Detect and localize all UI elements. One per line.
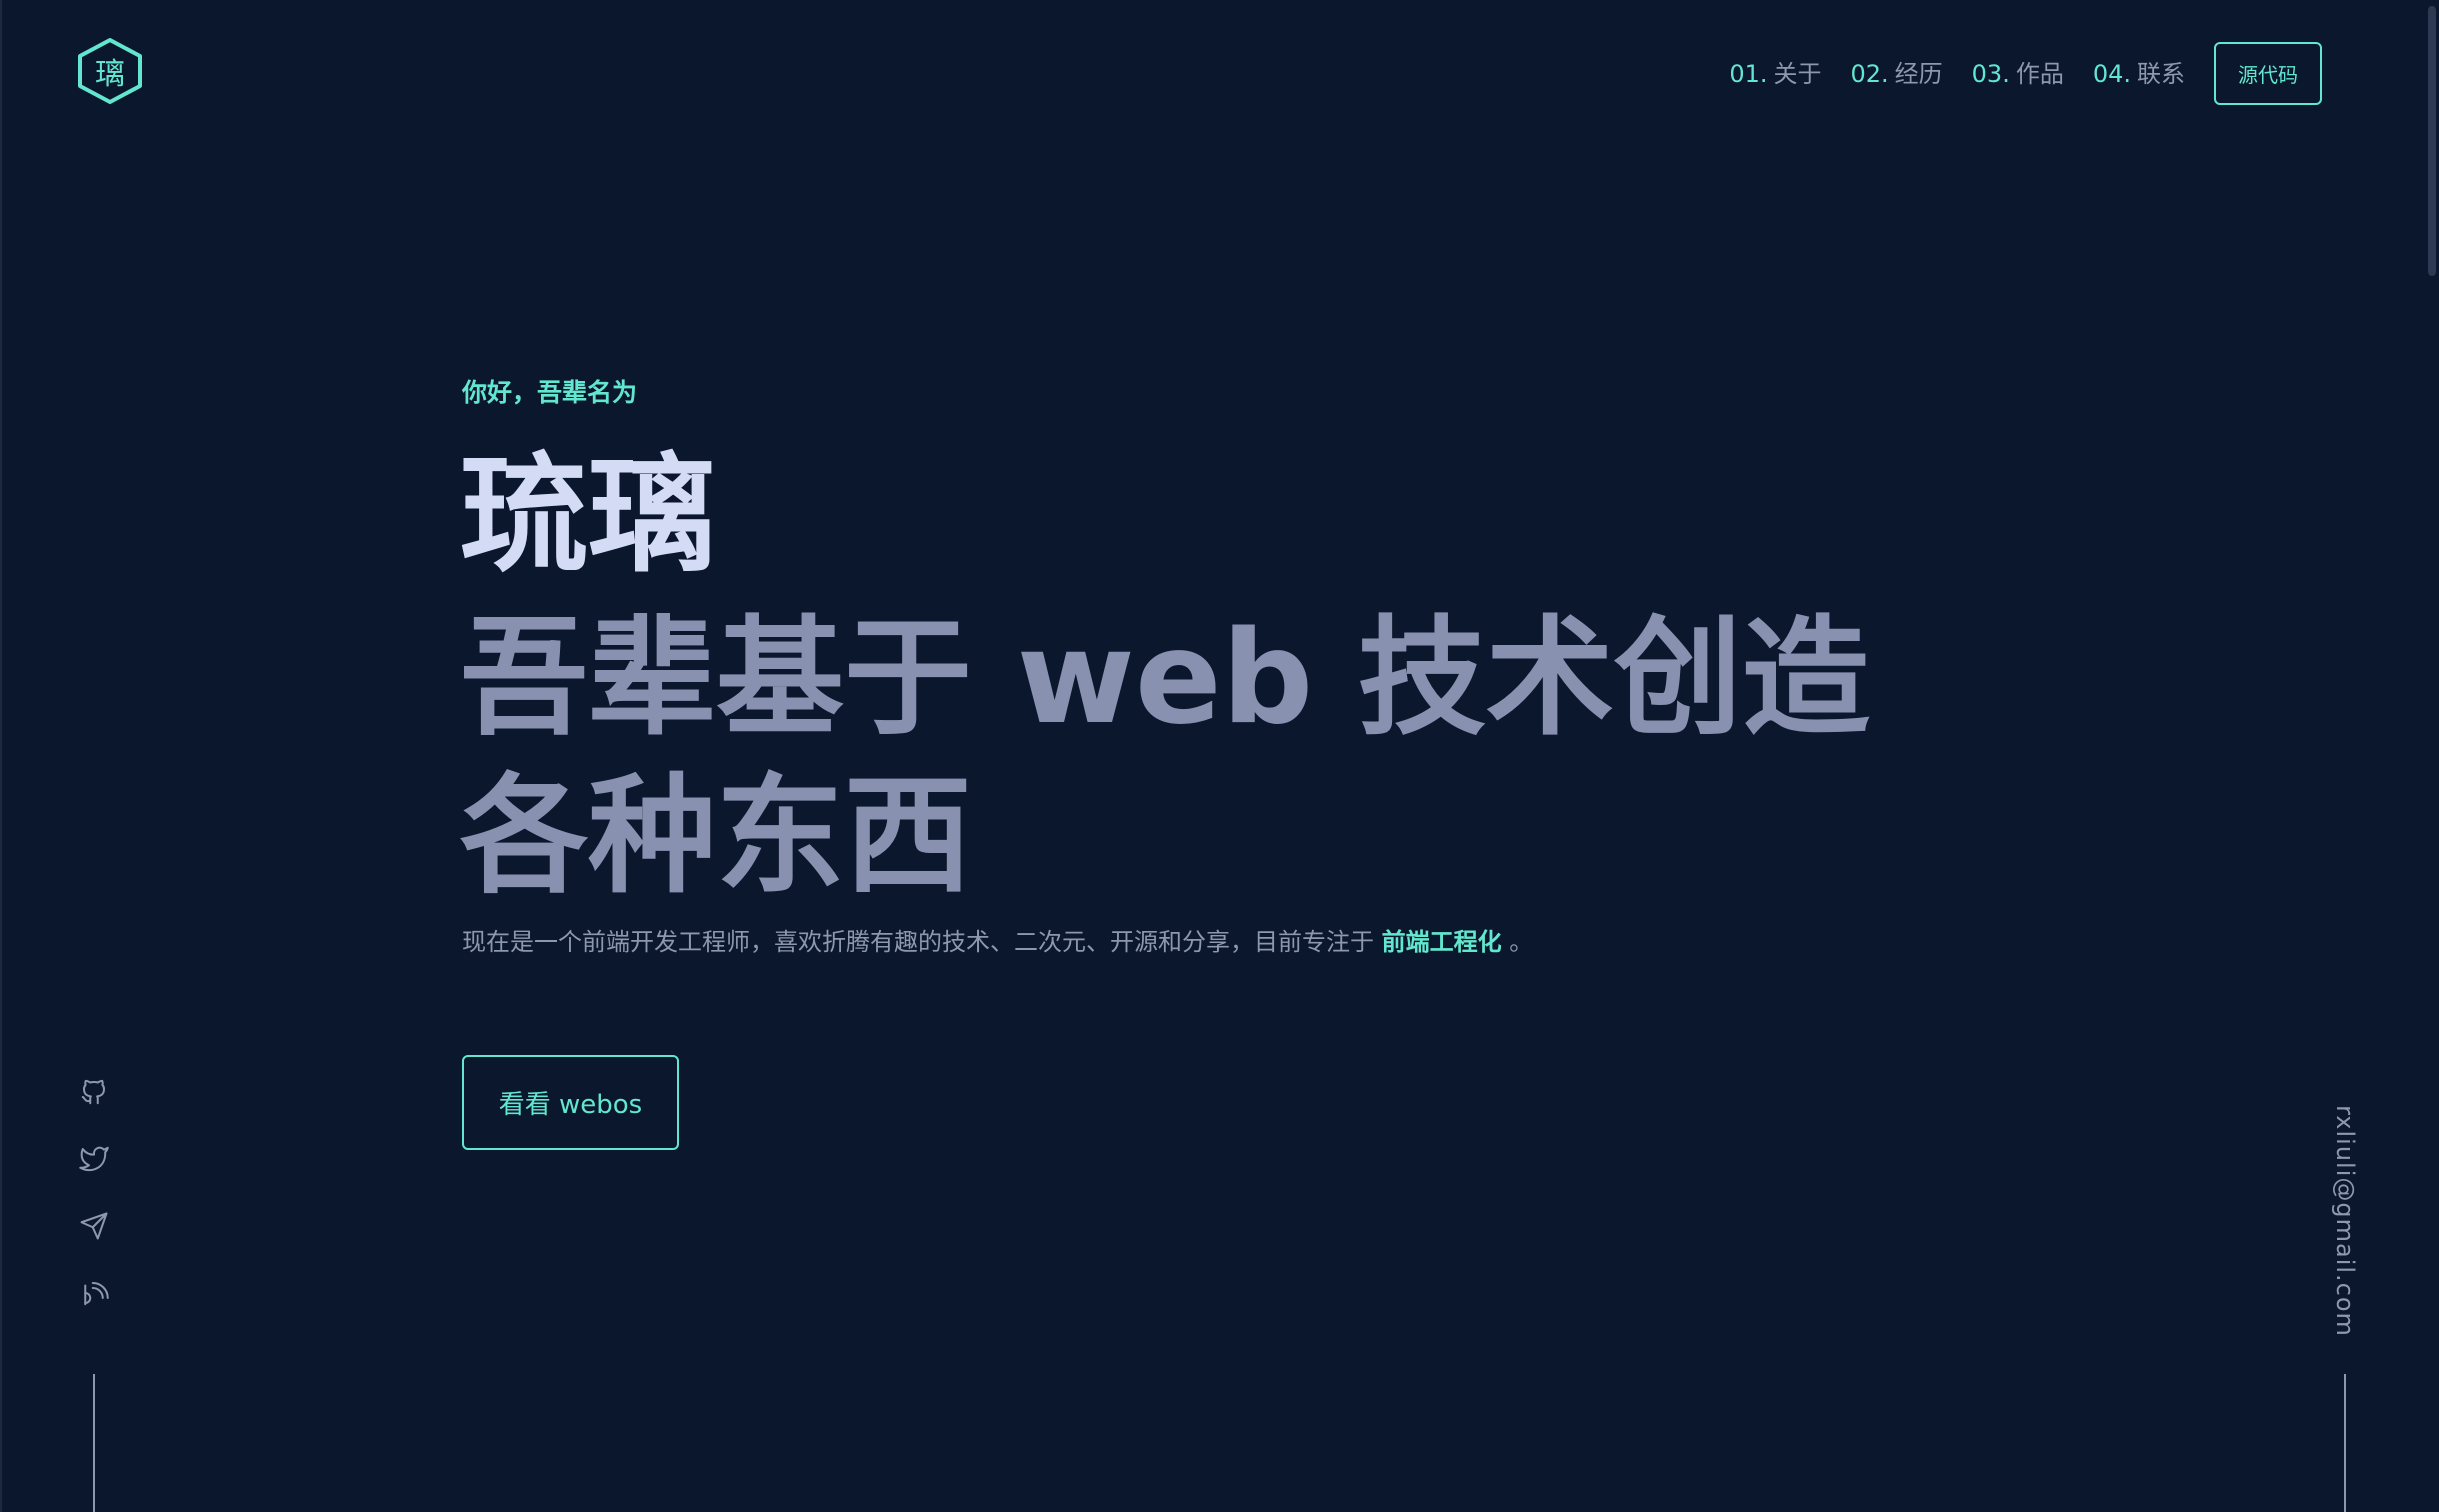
scrollbar-thumb[interactable] xyxy=(2428,6,2436,276)
right-divider-line xyxy=(2344,1374,2346,1512)
nav-item-contact[interactable]: 04. 联系 xyxy=(2093,59,2185,89)
description-highlight: 前端工程化 xyxy=(1381,928,1502,956)
nav-item-experience[interactable]: 02. 经历 xyxy=(1850,59,1942,89)
top-nav: 01. 关于 02. 经历 03. 作品 04. 联系 源代码 xyxy=(1729,42,2322,105)
hero-tagline: 吾辈基于 web 技术创造各种东西 xyxy=(460,604,1870,911)
nav-item-number: 03. xyxy=(1971,59,2010,88)
nav-item-label: 联系 xyxy=(2137,59,2185,88)
view-webos-button[interactable]: 看看 webos xyxy=(462,1055,679,1150)
nav-item-label: 经历 xyxy=(1894,59,1943,88)
nav-item-number: 02. xyxy=(1850,59,1889,88)
github-icon[interactable] xyxy=(76,1074,112,1110)
page-root: 璃 01. 关于 02. 经历 03. 作品 04. 联系 源代码 你好，吾辈名… xyxy=(0,0,2439,1512)
nav-item-number: 01. xyxy=(1729,59,1768,88)
source-code-button[interactable]: 源代码 xyxy=(2214,42,2322,105)
description-text: 现在是一个前端开发工程师，喜欢折腾有趣的技术、二次元、开源和分享，目前专注于 xyxy=(462,928,1374,956)
description-suffix: 。 xyxy=(1509,928,1534,956)
logo[interactable]: 璃 xyxy=(74,36,146,106)
hero-greeting: 你好，吾辈名为 xyxy=(462,378,638,407)
social-links xyxy=(76,1074,112,1342)
nav-item-number: 04. xyxy=(2092,59,2131,88)
nav-item-works[interactable]: 03. 作品 xyxy=(1972,59,2064,89)
twitter-icon[interactable] xyxy=(76,1141,112,1177)
email-container: rxliuli@gmail.com xyxy=(2320,1105,2370,1337)
blog-icon[interactable] xyxy=(76,1275,112,1311)
left-divider-line xyxy=(93,1374,95,1512)
nav-item-label: 作品 xyxy=(2015,59,2064,88)
logo-glyph: 璃 xyxy=(95,57,125,92)
scrollbar[interactable] xyxy=(2423,0,2439,1512)
email-link[interactable]: rxliuli@gmail.com xyxy=(2331,1105,2359,1337)
nav-item-label: 关于 xyxy=(1773,59,1822,88)
hero-name: 琉璃 xyxy=(460,441,717,590)
nav-item-about[interactable]: 01. 关于 xyxy=(1729,59,1821,89)
telegram-icon[interactable] xyxy=(76,1208,112,1244)
hero-description: 现在是一个前端开发工程师，喜欢折腾有趣的技术、二次元、开源和分享，目前专注于 前… xyxy=(462,924,1533,960)
